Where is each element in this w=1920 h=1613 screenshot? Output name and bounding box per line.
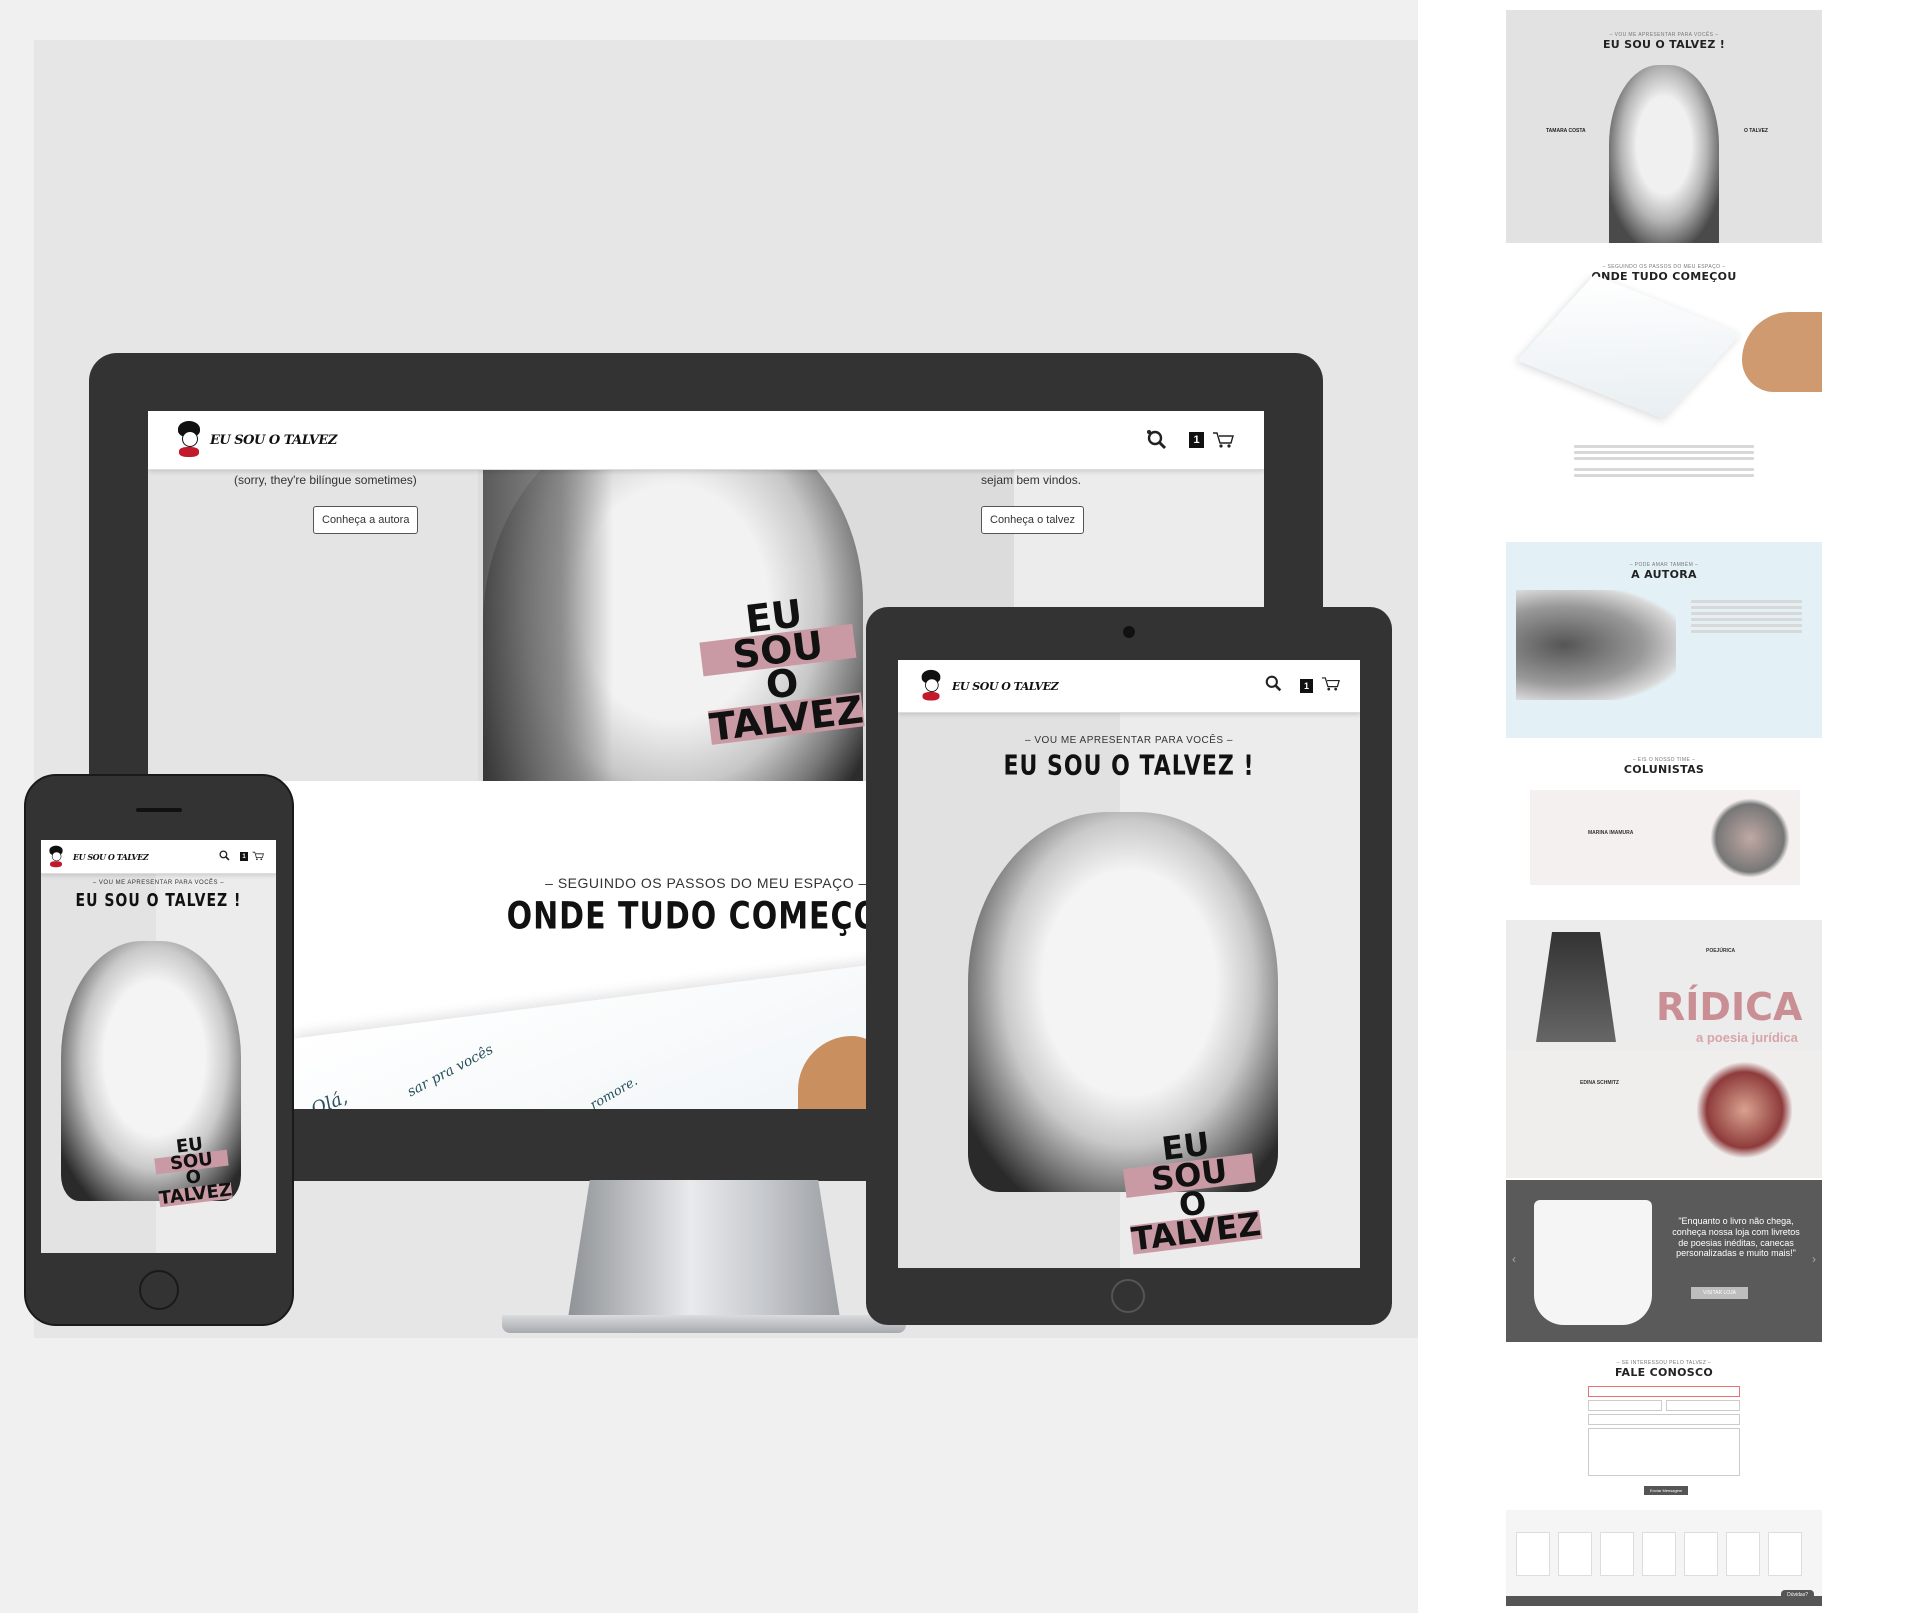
search-icon[interactable]: [1265, 675, 1282, 697]
tablet-screen: EU SOU O TALVEZ 1 – VOU ME APRESENTAR PA…: [898, 660, 1360, 1268]
logo-portrait-icon: [918, 668, 944, 704]
monitor-stand: [568, 1180, 840, 1318]
logo-portrait-icon: [47, 844, 65, 869]
contact-send-button[interactable]: Enviar Mensagem: [1644, 1486, 1689, 1495]
brand-logo[interactable]: EU SOU O TALVEZ: [47, 842, 149, 872]
contact-subject-select[interactable]: [1588, 1414, 1740, 1425]
brand-name: EU SOU O TALVEZ: [73, 851, 149, 862]
brand-logo[interactable]: EU SOU O TALVEZ: [174, 419, 337, 461]
phone-screen: EU SOU O TALVEZ 1 – VOU ME APRESENTAR PA…: [41, 840, 276, 1253]
phone-speaker: [136, 808, 182, 812]
contact-name-field[interactable]: [1588, 1386, 1740, 1397]
brand-name: EU SOU O TALVEZ: [210, 432, 337, 448]
preview-author-section: – PODE AMAR TAMBÉM – A AUTORA: [1506, 542, 1822, 738]
preview-shop-banner: "Enquanto o livro não chega, conheça nos…: [1506, 1180, 1822, 1342]
preview-start-section: – SEGUINDO OS PASSOS DO MEU ESPAÇO – OND…: [1506, 262, 1822, 512]
preview-letter-image: [1516, 274, 1742, 420]
tablet-home-button[interactable]: [1111, 1279, 1145, 1313]
search-icon[interactable]: [1147, 430, 1167, 450]
hero-stamp: EU SOU O TALVEZ: [1119, 1125, 1263, 1259]
hero-title: EU SOU O TALVEZ !: [75, 891, 242, 911]
hero-stamp: EU SOU O TALVEZ: [695, 590, 866, 749]
preview-columnists-section: – EIS O NOSSO TIME – COLUNISTAS MARINA I…: [1506, 755, 1822, 1178]
preview-mug-image: [1534, 1200, 1652, 1325]
cart-icon[interactable]: [1212, 431, 1234, 449]
full-page-preview: – VOU ME APRESENTAR PARA VOCÊS – EU SOU …: [1418, 0, 1920, 1613]
phone-home-button[interactable]: [139, 1270, 179, 1310]
tablet-site-header: EU SOU O TALVEZ 1: [898, 660, 1360, 713]
monitor-stand-base: [502, 1315, 906, 1333]
hero-stamp: EU SOU O TALVEZ: [152, 1134, 233, 1209]
preview-instagram-feed: Dúvidas?: [1506, 1510, 1822, 1606]
preview-columnist-2: POEJÚRICA RÍDICA a poesia jurídica: [1506, 920, 1822, 1050]
brand-name: EU SOU O TALVEZ: [952, 679, 1059, 693]
contact-email-field[interactable]: [1666, 1400, 1740, 1411]
meet-talvez-button[interactable]: Conheça o talvez: [981, 506, 1084, 534]
brand-logo[interactable]: EU SOU O TALVEZ: [916, 665, 1059, 707]
preview-hero-portrait: [1609, 65, 1719, 243]
tablet-hero: – VOU ME APRESENTAR PARA VOCÊS – EU SOU …: [898, 712, 1360, 1268]
header-actions: 1: [1147, 430, 1234, 450]
preview-columnist-1: MARINA IMAMURA: [1530, 790, 1800, 885]
contact-message-field[interactable]: [1588, 1428, 1740, 1476]
preview-author-photo: [1516, 590, 1676, 700]
header-actions: 1: [219, 848, 264, 866]
preview-hero: – VOU ME APRESENTAR PARA VOCÊS – EU SOU …: [1506, 10, 1822, 243]
phone-site-header: EU SOU O TALVEZ 1: [41, 840, 276, 874]
search-icon[interactable]: [219, 848, 230, 866]
hero-left-note: (sorry, they're bilíngue sometimes): [234, 473, 417, 487]
contact-phone-field[interactable]: [1588, 1400, 1662, 1411]
site-header: EU SOU O TALVEZ 1: [148, 411, 1264, 470]
preview-columnist-3: EDINA SCHMITZ: [1506, 1050, 1822, 1178]
logo-portrait-icon: [174, 419, 204, 461]
carousel-prev-icon[interactable]: ‹: [1512, 1252, 1516, 1266]
cart-icon[interactable]: [1321, 676, 1340, 697]
preview-hand-image: [1742, 312, 1822, 392]
phone-hero: – VOU ME APRESENTAR PARA VOCÊS – EU SOU …: [41, 873, 276, 1253]
preview-contact-section: – SE INTERESSOU PELO TALVEZ – FALE CONOS…: [1506, 1358, 1822, 1498]
hero-kicker: – VOU ME APRESENTAR PARA VOCÊS –: [1025, 735, 1233, 746]
meet-author-button[interactable]: Conheça a autora: [313, 506, 419, 534]
cart-count-badge[interactable]: 1: [240, 852, 248, 861]
cart-count-badge[interactable]: 1: [1300, 679, 1313, 693]
cart-icon[interactable]: [252, 848, 264, 866]
tablet-camera: [1123, 626, 1135, 638]
hero-kicker: – VOU ME APRESENTAR PARA VOCÊS –: [92, 880, 225, 886]
header-actions: 1: [1265, 675, 1340, 697]
preview-shop-button[interactable]: VISITAR LOJA: [1691, 1287, 1748, 1299]
hero-title: EU SOU O TALVEZ !: [1003, 750, 1255, 783]
cart-count-badge[interactable]: 1: [1189, 432, 1204, 448]
carousel-next-icon[interactable]: ›: [1812, 1252, 1816, 1266]
hero-right-note: sejam bem vindos.: [981, 473, 1082, 487]
